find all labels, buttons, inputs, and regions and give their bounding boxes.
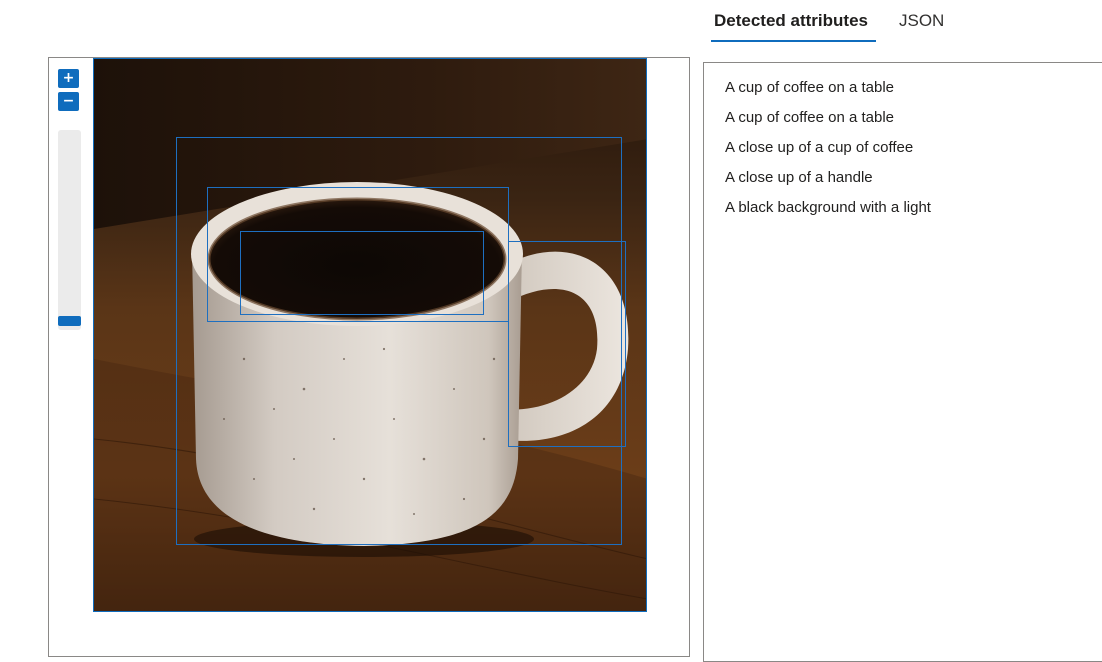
bbox-close-up-coffee[interactable] (240, 231, 484, 315)
list-item[interactable]: A close up of a cup of coffee (725, 133, 931, 163)
bbox-handle[interactable] (508, 241, 626, 447)
zoom-slider[interactable] (58, 130, 81, 330)
attribute-list: A cup of coffee on a table A cup of coff… (725, 73, 931, 223)
image-viewer-panel: + − (48, 57, 690, 657)
list-item[interactable]: A close up of a handle (725, 163, 931, 193)
zoom-out-button[interactable]: − (58, 92, 79, 111)
zoom-in-button[interactable]: + (58, 69, 79, 88)
list-item[interactable]: A black background with a light (725, 193, 931, 223)
analyzed-photo (93, 58, 647, 612)
tab-json[interactable]: JSON (899, 11, 944, 31)
list-item[interactable]: A cup of coffee on a table (725, 73, 931, 103)
zoom-slider-thumb[interactable] (58, 316, 81, 326)
active-tab-indicator (711, 40, 876, 42)
list-item[interactable]: A cup of coffee on a table (725, 103, 931, 133)
tab-detected-attributes[interactable]: Detected attributes (714, 11, 868, 31)
detected-attributes-panel: A cup of coffee on a table A cup of coff… (703, 62, 1102, 662)
